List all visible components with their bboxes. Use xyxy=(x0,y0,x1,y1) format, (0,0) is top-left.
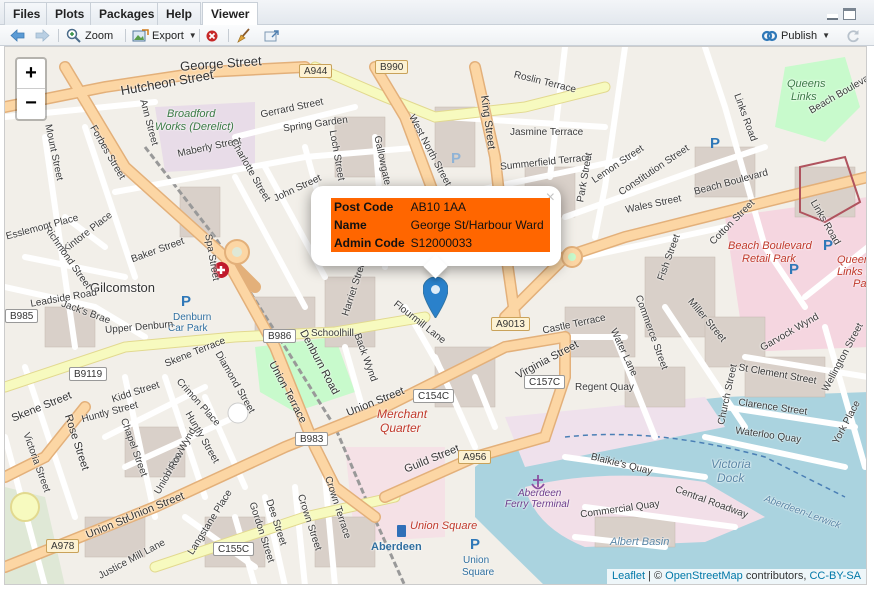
maximize-pane-icon[interactable] xyxy=(843,8,856,20)
clear-all-button[interactable] xyxy=(236,27,251,44)
export-picture-icon xyxy=(132,28,149,41)
popup-row: Admin Code S12000033 xyxy=(331,234,550,252)
map-label: Beach Boulevard xyxy=(728,240,812,252)
map-label: Gilcomston xyxy=(90,280,156,295)
zoom-out-button[interactable]: − xyxy=(17,89,45,119)
zoom-button[interactable]: Zoom xyxy=(66,27,113,44)
leaflet-link[interactable]: Leaflet xyxy=(612,570,645,582)
map-label: Car Park xyxy=(168,323,208,334)
popup-table: Post Code AB10 1AA Name George St/Harbou… xyxy=(331,198,550,252)
popup-value: AB10 1AA xyxy=(410,200,467,214)
road-shield: A9013 xyxy=(491,317,530,331)
map-label: Dock xyxy=(717,471,745,485)
parking-icon: P xyxy=(451,150,462,167)
parking-icon: P xyxy=(470,536,481,553)
remove-circle-icon xyxy=(206,30,218,41)
map-label: Albert Basin xyxy=(610,536,670,548)
map-label: Schoolhill xyxy=(311,328,354,339)
pane-tab-bar: Files Plots Packages Help Viewer xyxy=(0,0,874,26)
map-label: Pa xyxy=(853,278,867,290)
map-label: Union xyxy=(463,555,490,566)
map-label: Links xyxy=(791,91,817,103)
minimize-pane-icon[interactable] xyxy=(827,14,838,20)
magnifier-zoom-icon xyxy=(66,28,81,43)
map-attribution: Leaflet | © OpenStreetMap contributors, … xyxy=(606,569,866,584)
publish-label: Publish xyxy=(781,29,818,42)
popup-key: Name xyxy=(334,218,367,232)
map-label: Queens xyxy=(837,254,866,266)
toolbar-separator xyxy=(199,29,200,42)
map-label: Retail Park xyxy=(742,253,796,265)
leaflet-map[interactable]: George Street Hutcheon Street Broadford … xyxy=(4,46,867,585)
road-shield: C155C xyxy=(213,542,255,556)
road-shield: B985 xyxy=(5,309,39,323)
popup-value: George St/Harbour Ward xyxy=(410,218,544,232)
chevron-down-icon: ▼ xyxy=(188,31,197,40)
parking-icon: P xyxy=(181,293,192,310)
back-arrow-icon[interactable] xyxy=(10,27,25,44)
map-label: Merchant xyxy=(377,407,428,421)
zoom-in-button[interactable]: + xyxy=(17,59,45,89)
export-button[interactable]: Export ▼ xyxy=(132,27,197,44)
license-link[interactable]: CC-BY-SA xyxy=(809,570,861,582)
map-label: Aberdeen xyxy=(371,541,422,553)
road-shield: B986 xyxy=(263,329,297,343)
tab-packages[interactable]: Packages xyxy=(90,2,164,25)
popup-key: Post Code xyxy=(334,200,394,214)
map-label: Union Square xyxy=(410,520,478,532)
map-label: Victoria xyxy=(711,457,751,471)
road-shield: B990 xyxy=(375,60,409,74)
road-shield: A978 xyxy=(46,539,80,553)
road-shield: A944 xyxy=(299,64,333,78)
remove-viewer-button[interactable] xyxy=(206,27,218,44)
publish-button[interactable]: Publish ▼ xyxy=(761,27,830,44)
popup-row: Name George St/Harbour Ward xyxy=(331,216,550,234)
map-label: Aberdeen xyxy=(518,488,562,499)
map-label: Square xyxy=(462,567,495,578)
map-label: Jasmine Terrace xyxy=(510,127,584,138)
road-shield: C154C xyxy=(413,389,455,403)
tab-files[interactable]: Files xyxy=(4,2,50,25)
osm-link[interactable]: OpenStreetMap xyxy=(665,570,743,582)
refresh-icon[interactable] xyxy=(846,27,860,44)
toolbar-separator xyxy=(58,29,59,42)
parking-icon: P xyxy=(823,237,834,254)
road-shield: B9119 xyxy=(69,367,108,381)
parking-icon: P xyxy=(789,261,800,278)
broom-icon xyxy=(237,28,250,43)
map-label: Links Le xyxy=(837,266,866,278)
popup-key: Admin Code xyxy=(334,236,405,250)
publish-icon xyxy=(761,30,778,41)
toolbar-separator xyxy=(125,29,126,42)
road-shield: B983 xyxy=(295,432,329,446)
tab-viewer[interactable]: Viewer xyxy=(202,2,259,26)
popup-row: Post Code AB10 1AA xyxy=(331,198,550,216)
popout-window-icon[interactable] xyxy=(264,27,280,44)
map-label: Ferry Terminal xyxy=(505,499,570,510)
attribution-text: | © xyxy=(645,570,666,582)
marker-popup: × Post Code AB10 1AA Name George St/Harb… xyxy=(311,186,561,279)
popup-value: S12000033 xyxy=(410,236,473,250)
road-shield: A956 xyxy=(458,450,492,464)
road-shield: C157C xyxy=(524,375,566,389)
map-marker-icon[interactable] xyxy=(423,277,448,318)
zoom-label: Zoom xyxy=(85,29,114,42)
toolbar-separator xyxy=(228,29,229,42)
map-label: Works (Derelict) xyxy=(155,121,234,133)
map-label: Denburn xyxy=(173,312,212,323)
parking-icon: P xyxy=(710,135,721,152)
map-label: Queens xyxy=(787,78,826,90)
export-label: Export xyxy=(152,29,184,42)
tab-help[interactable]: Help xyxy=(157,2,202,25)
map-label: Quarter xyxy=(380,421,421,435)
map-label: Broadford xyxy=(167,108,216,120)
forward-arrow-icon[interactable] xyxy=(35,27,50,44)
chevron-down-icon: ▼ xyxy=(822,31,830,40)
tab-plots[interactable]: Plots xyxy=(46,2,94,25)
zoom-control: + − xyxy=(15,57,47,121)
viewer-toolbar: Zoom Export ▼ Publish ▼ xyxy=(0,25,874,46)
attribution-text: contributors, xyxy=(742,570,810,582)
map-label: Regent Quay xyxy=(575,382,634,393)
